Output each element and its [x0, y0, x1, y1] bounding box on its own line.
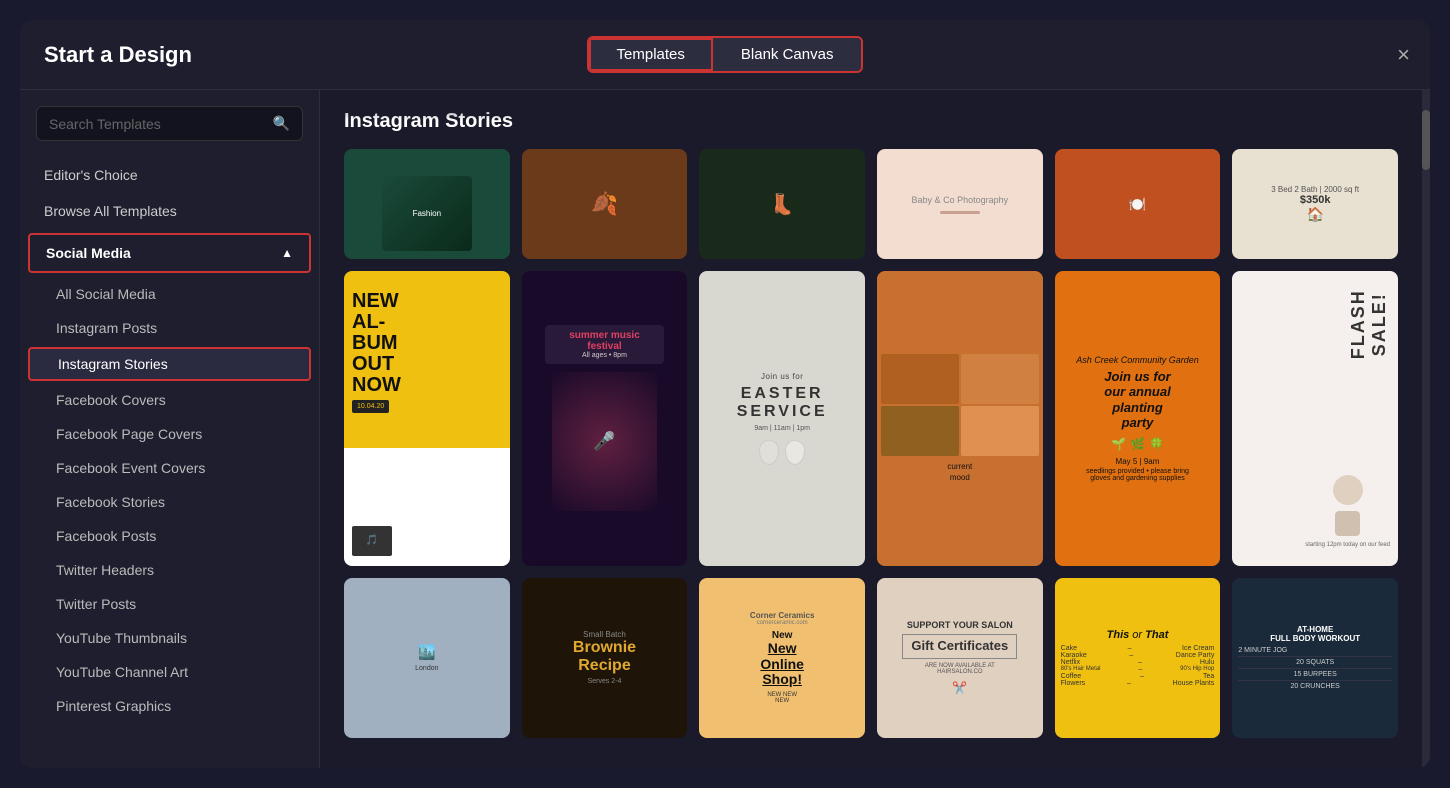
sidebar-sub-pinterest[interactable]: Pinterest Graphics — [20, 689, 319, 723]
template-card[interactable]: This or That Cake–Ice Cream Karaoke–Danc… — [1055, 578, 1221, 738]
content-title: Instagram Stories — [344, 110, 1398, 133]
close-button[interactable]: × — [1397, 44, 1410, 66]
sidebar-sub-all-social[interactable]: All Social Media — [20, 277, 319, 311]
modal-header: Start a Design Templates Blank Canvas × — [20, 20, 1430, 90]
template-card[interactable]: Ash Creek Community Garden Join us forou… — [1055, 271, 1221, 566]
template-card[interactable]: Join us for EASTER SERVICE 9am | 11am | … — [699, 271, 865, 566]
sidebar-item-browse-all[interactable]: Browse All Templates — [20, 193, 319, 229]
template-card[interactable]: current mood — [877, 271, 1043, 566]
template-card[interactable]: Small Batch BrownieRecipe Serves 2-4 — [522, 578, 688, 738]
sidebar-sub-instagram-posts[interactable]: Instagram Posts — [20, 311, 319, 345]
sidebar-section-social-media[interactable]: Social Media ▲ — [28, 233, 311, 273]
sidebar-sub-facebook-stories[interactable]: Facebook Stories — [20, 485, 319, 519]
tab-group: Templates Blank Canvas — [587, 36, 864, 73]
modal-title: Start a Design — [44, 42, 192, 68]
sidebar-item-editors-choice[interactable]: Editor's Choice — [20, 157, 319, 193]
sidebar-sub-facebook-posts[interactable]: Facebook Posts — [20, 519, 319, 553]
sidebar-sub-facebook-covers[interactable]: Facebook Covers — [20, 383, 319, 417]
sidebar-sub-youtube-channel-art[interactable]: YouTube Channel Art — [20, 655, 319, 689]
search-input[interactable] — [49, 116, 267, 132]
tab-templates[interactable]: Templates — [589, 38, 713, 71]
tab-blank-canvas[interactable]: Blank Canvas — [713, 38, 862, 71]
template-card[interactable]: Fashion — [344, 149, 510, 259]
sidebar-sub-facebook-event-covers[interactable]: Facebook Event Covers — [20, 451, 319, 485]
sidebar-sub-twitter-posts[interactable]: Twitter Posts — [20, 587, 319, 621]
search-box[interactable]: 🔍 — [36, 106, 303, 141]
template-card[interactable]: Baby & Co Photography — [877, 149, 1043, 259]
scrollbar[interactable] — [1422, 90, 1430, 768]
sidebar-sub-youtube-thumbnails[interactable]: YouTube Thumbnails — [20, 621, 319, 655]
start-design-modal: Start a Design Templates Blank Canvas × … — [20, 20, 1430, 768]
template-card[interactable]: NEWAL-BUMOUTNOW 10.04.20 🎵 — [344, 271, 510, 566]
chevron-up-icon: ▲ — [281, 246, 293, 260]
sidebar-sub-facebook-page-covers[interactable]: Facebook Page Covers — [20, 417, 319, 451]
content-area: Instagram Stories Fashion — [320, 90, 1422, 768]
template-card[interactable]: 🍽️ — [1055, 149, 1221, 259]
template-card[interactable]: 🍂 — [522, 149, 688, 259]
search-icon: 🔍 — [273, 115, 290, 132]
template-card[interactable]: 👢 — [699, 149, 865, 259]
sidebar-sub-instagram-stories[interactable]: Instagram Stories — [28, 347, 311, 381]
template-card[interactable]: 🏙️ London — [344, 578, 510, 738]
template-card[interactable]: FLASH SALE! starting 12pm today on our f… — [1232, 271, 1398, 566]
template-card[interactable]: SUPPORT YOUR SALON Gift Certificates ARE… — [877, 578, 1043, 738]
template-card[interactable]: Corner Ceramics cornerceramic.com New Ne… — [699, 578, 865, 738]
template-card[interactable]: 3 Bed 2 Bath | 2000 sq ft $350k 🏠 — [1232, 149, 1398, 259]
modal-body: 🔍 Editor's Choice Browse All Templates S… — [20, 90, 1430, 768]
template-card[interactable]: AT-HOMEFULL BODY WORKOUT 2 MINUTE JOG 20… — [1232, 578, 1398, 738]
scrollbar-thumb — [1422, 110, 1430, 170]
template-card[interactable]: summer music festival All ages • 8pm 🎤 — [522, 271, 688, 566]
sidebar-sub-twitter-headers[interactable]: Twitter Headers — [20, 553, 319, 587]
sidebar: 🔍 Editor's Choice Browse All Templates S… — [20, 90, 320, 768]
templates-grid: Fashion 🍂 👢 Baby & Co Photography — [344, 149, 1398, 738]
